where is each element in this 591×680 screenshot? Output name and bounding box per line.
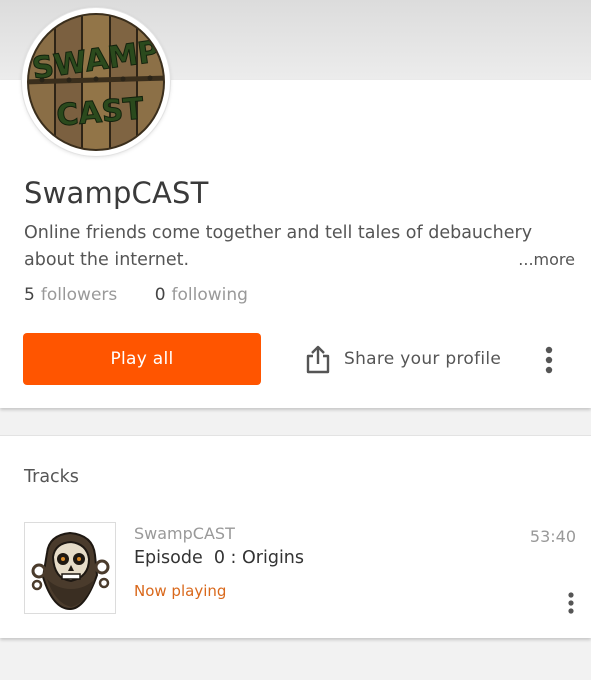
following-count: 0 <box>154 285 166 305</box>
share-profile-button[interactable]: Share your profile <box>304 341 501 377</box>
share-profile-label: Share your profile <box>344 349 502 369</box>
followers-count: 5 <box>24 285 35 305</box>
more-vertical-icon <box>545 346 553 374</box>
play-all-button[interactable]: Play all <box>23 333 261 385</box>
following-label: following <box>171 285 248 305</box>
bio-more-link[interactable]: ...more <box>518 250 575 269</box>
profile-overflow-menu-button[interactable] <box>534 344 564 376</box>
profile-avatar[interactable]: SWAMP CAST <box>22 8 170 156</box>
now-playing-status: Now playing <box>134 582 227 600</box>
play-all-label: Play all <box>110 349 174 369</box>
bearded-skull-illustration <box>25 523 115 613</box>
track-duration: 53:40 <box>529 527 576 546</box>
track-row[interactable]: SwampCAST Episode 0 : Origins Now playin… <box>0 517 591 622</box>
profile-stats: 5 followers 0 following <box>24 285 280 305</box>
track-artist[interactable]: SwampCAST <box>134 524 235 543</box>
more-vertical-icon <box>568 592 574 614</box>
share-upload-icon <box>306 345 330 374</box>
profile-bio: Online friends come together and tell ta… <box>24 223 533 270</box>
profile-username: SwampCAST <box>24 176 209 210</box>
track-artwork <box>24 522 116 614</box>
track-title[interactable]: Episode 0 : Origins <box>134 548 304 568</box>
followers-stat[interactable]: 5 followers <box>24 285 117 305</box>
track-overflow-menu-button[interactable] <box>556 589 586 617</box>
tracks-section-title: Tracks <box>24 467 79 487</box>
following-stat[interactable]: 0 following <box>155 285 248 305</box>
followers-label: followers <box>40 285 118 305</box>
swampcast-logo: SWAMP CAST <box>25 11 167 153</box>
